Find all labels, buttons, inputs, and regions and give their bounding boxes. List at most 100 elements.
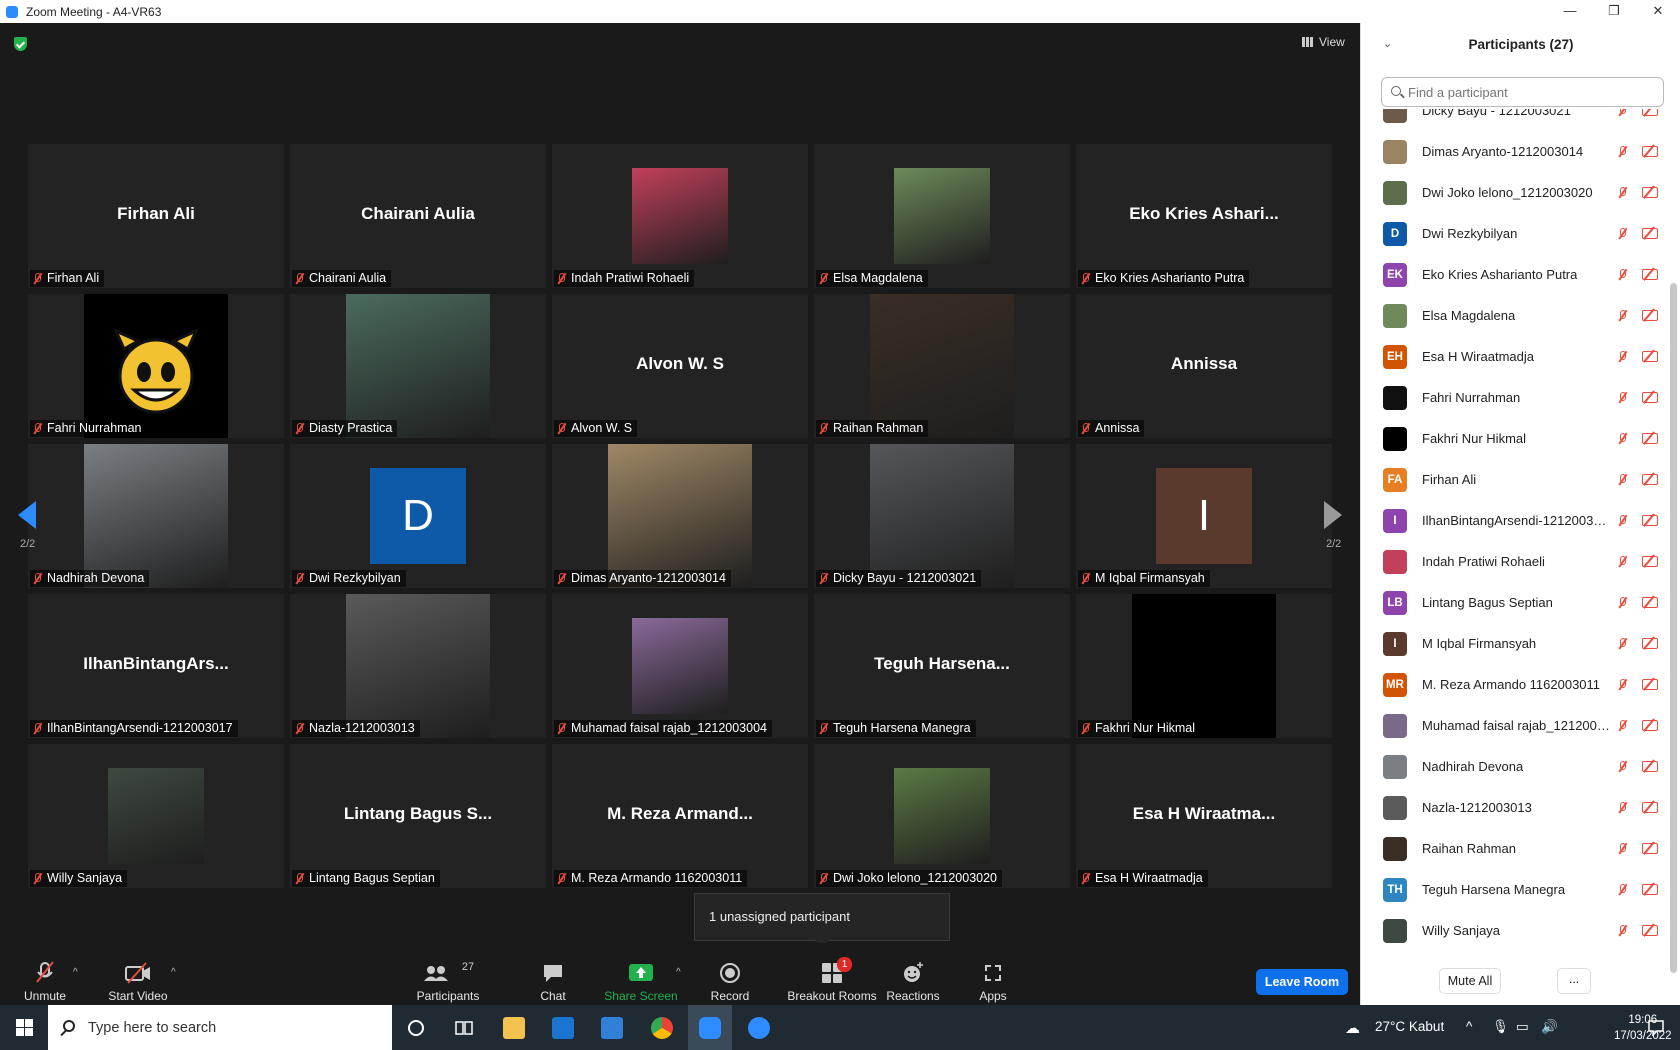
- video-options-caret-icon[interactable]: ^: [171, 967, 176, 978]
- chat-button[interactable]: Chat: [508, 961, 598, 1003]
- zoom-taskbar-button[interactable]: [688, 1005, 732, 1050]
- participant-row[interactable]: TH Teguh Harsena Manegra: [1361, 869, 1671, 910]
- participant-list: Dicky Bayu - 1212003021 Dimas Aryanto-121…: [1361, 109, 1671, 963]
- participant-row[interactable]: EH Esa H Wiraatmadja: [1361, 336, 1671, 377]
- participant-row[interactable]: Dwi Joko lelono_1212003020: [1361, 172, 1671, 213]
- tile-participant-name: IlhanBintangArsendi-1212003017: [47, 721, 233, 735]
- microphone-icon[interactable]: 🎙: [1492, 1019, 1509, 1035]
- participant-row[interactable]: I M Iqbal Firmansyah: [1361, 623, 1671, 664]
- video-tile[interactable]: Muhamad faisal rajab_1212003004: [552, 594, 808, 738]
- video-tile[interactable]: D Dwi Rezkybilyan: [290, 444, 546, 588]
- video-tile[interactable]: Chairani Aulia Chairani Aulia: [290, 144, 546, 288]
- volume-icon[interactable]: 🔊: [1541, 1019, 1558, 1035]
- video-tile[interactable]: Fakhri Nur Hikmal: [1076, 594, 1332, 738]
- video-tile[interactable]: Annissa Annissa: [1076, 294, 1332, 438]
- audio-options-caret-icon[interactable]: ^: [73, 967, 78, 978]
- video-tile[interactable]: Dwi Joko lelono_1212003020: [814, 744, 1070, 888]
- tile-participant-name: Fahri Nurrahman: [47, 421, 142, 435]
- participant-row[interactable]: Dicky Bayu - 1212003021: [1361, 109, 1671, 131]
- participant-row[interactable]: Raihan Rahman: [1361, 828, 1671, 869]
- page-indicator-left: 2/2: [20, 538, 36, 550]
- video-tile[interactable]: I M Iqbal Firmansyah: [1076, 444, 1332, 588]
- share-options-caret-icon[interactable]: ^: [676, 967, 681, 978]
- apps-button[interactable]: Apps: [948, 961, 1038, 1003]
- video-tile[interactable]: Esa H Wiraatma... Esa H Wiraatmadja: [1076, 744, 1332, 888]
- video-tile[interactable]: Elsa Magdalena: [814, 144, 1070, 288]
- find-participant-input[interactable]: [1381, 77, 1664, 107]
- notifications-icon[interactable]: [1647, 1019, 1665, 1036]
- mail-icon[interactable]: [601, 1017, 623, 1039]
- participant-row[interactable]: Elsa Magdalena: [1361, 295, 1671, 336]
- tile-name-plate: Muhamad faisal rajab_1212003004: [554, 720, 772, 737]
- video-tile[interactable]: Nazla-1212003013: [290, 594, 546, 738]
- participant-row[interactable]: LB Lintang Bagus Septian: [1361, 582, 1671, 623]
- participants-button[interactable]: 27 Participants: [403, 961, 493, 1003]
- video-tile[interactable]: Firhan Ali Firhan Ali: [28, 144, 284, 288]
- teamviewer-icon[interactable]: [748, 1017, 770, 1039]
- participant-row[interactable]: Nazla-1212003013: [1361, 787, 1671, 828]
- video-tile[interactable]: IlhanBintangArs... IlhanBintangArsendi-12…: [28, 594, 284, 738]
- video-tile[interactable]: Nadhirah Devona: [28, 444, 284, 588]
- window-controls: — ❐ ✕: [1548, 0, 1680, 23]
- tile-participant-name: Muhamad faisal rajab_1212003004: [571, 721, 767, 735]
- weather-icon: ☁: [1345, 1020, 1360, 1037]
- reactions-icon: [904, 962, 923, 982]
- participant-row[interactable]: Fahri Nurrahman: [1361, 377, 1671, 418]
- participant-row[interactable]: I IlhanBintangArsendi-1212003017: [1361, 500, 1671, 541]
- cortana-icon[interactable]: [406, 1018, 426, 1038]
- participant-name: Esa H Wiraatmadja: [1422, 349, 1534, 364]
- mute-all-button[interactable]: Mute All: [1439, 968, 1501, 994]
- participant-row[interactable]: Dimas Aryanto-1212003014: [1361, 131, 1671, 172]
- participant-list-scrollbar[interactable]: [1670, 283, 1677, 973]
- minimize-button[interactable]: —: [1548, 0, 1592, 23]
- video-tile[interactable]: Alvon W. S Alvon W. S: [552, 294, 808, 438]
- video-tile[interactable]: Raihan Rahman: [814, 294, 1070, 438]
- chat-icon: [544, 965, 562, 982]
- more-options-button[interactable]: ...: [1557, 968, 1591, 994]
- video-tile[interactable]: Teguh Harsena... Teguh Harsena Manegra: [814, 594, 1070, 738]
- previous-page-arrow-icon[interactable]: [18, 501, 36, 529]
- file-explorer-icon[interactable]: [503, 1017, 525, 1039]
- video-off-icon: [1642, 515, 1658, 526]
- next-page-arrow-icon[interactable]: [1324, 501, 1342, 529]
- video-tile[interactable]: Lintang Bagus S... Lintang Bagus Septian: [290, 744, 546, 888]
- participant-row[interactable]: Nadhirah Devona: [1361, 746, 1671, 787]
- video-tile[interactable]: Willy Sanjaya: [28, 744, 284, 888]
- view-button[interactable]: View: [1302, 35, 1345, 49]
- video-tile[interactable]: Dicky Bayu - 1212003021: [814, 444, 1070, 588]
- taskbar-search-box[interactable]: Type here to search: [48, 1005, 392, 1050]
- security-shield-icon[interactable]: [14, 37, 27, 51]
- leave-room-button[interactable]: Leave Room: [1256, 969, 1348, 995]
- participant-row[interactable]: Fakhri Nur Hikmal: [1361, 418, 1671, 459]
- muted-mic-icon: [1618, 597, 1627, 608]
- show-hidden-icons-icon[interactable]: ^: [1466, 1019, 1472, 1034]
- restore-button[interactable]: ❐: [1592, 0, 1636, 23]
- participant-row[interactable]: Indah Pratiwi Rohaeli: [1361, 541, 1671, 582]
- start-video-button[interactable]: Start Video: [93, 961, 183, 1003]
- video-tile[interactable]: M. Reza Armand... M. Reza Armando 1162003…: [552, 744, 808, 888]
- muted-mic-icon: [1618, 515, 1627, 526]
- video-off-icon: [1642, 843, 1658, 854]
- participant-row[interactable]: MR M. Reza Armando 1162003011: [1361, 664, 1671, 705]
- participant-row[interactable]: FA Firhan Ali: [1361, 459, 1671, 500]
- participant-row[interactable]: Willy Sanjaya: [1361, 910, 1671, 951]
- video-tile[interactable]: Diasty Prastica: [290, 294, 546, 438]
- chrome-icon[interactable]: [651, 1017, 673, 1039]
- video-tile[interactable]: Dimas Aryanto-1212003014: [552, 444, 808, 588]
- participant-row[interactable]: Muhamad faisal rajab_1212003...: [1361, 705, 1671, 746]
- task-view-icon[interactable]: [454, 1018, 474, 1038]
- video-tile[interactable]: Eko Kries Ashari... Eko Kries Asharianto …: [1076, 144, 1332, 288]
- participant-row[interactable]: EK Eko Kries Asharianto Putra: [1361, 254, 1671, 295]
- video-tile[interactable]: Fahri Nurrahman: [28, 294, 284, 438]
- participant-row[interactable]: D Dwi Rezkybilyan: [1361, 213, 1671, 254]
- muted-mic-icon: [1618, 269, 1627, 280]
- weather-text[interactable]: 27°C Kabut: [1375, 1019, 1444, 1034]
- windows-start-icon[interactable]: [16, 1019, 33, 1036]
- network-icon[interactable]: ▭: [1516, 1019, 1529, 1035]
- close-button[interactable]: ✕: [1636, 0, 1680, 23]
- video-tile[interactable]: Indah Pratiwi Rohaeli: [552, 144, 808, 288]
- reactions-button[interactable]: Reactions: [868, 961, 958, 1003]
- record-button[interactable]: Record: [685, 961, 775, 1003]
- microsoft-store-icon[interactable]: [552, 1017, 574, 1039]
- share-screen-button[interactable]: Share Screen: [596, 961, 686, 1003]
